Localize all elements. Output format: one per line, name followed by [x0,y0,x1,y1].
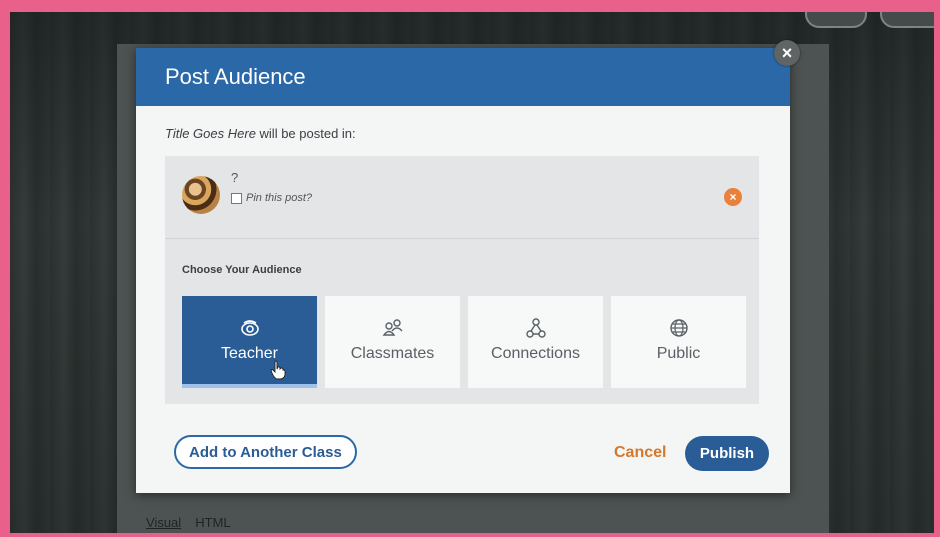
audience-option-label: Classmates [350,345,435,362]
dialog-title: Post Audience [165,64,306,89]
close-icon: × [781,42,793,63]
publish-button[interactable]: Publish [685,436,769,471]
people-icon [382,319,403,336]
post-title: Title Goes Here [165,126,256,141]
visual-tab[interactable]: Visual [146,515,181,530]
choose-audience-heading: Choose Your Audience [182,264,302,276]
close-dialog-button[interactable]: × [774,40,800,66]
remove-class-icon[interactable]: × [724,188,742,206]
audience-box: ? Pin this post? × Choose Your Audience … [165,156,759,404]
dialog-header: Post Audience [136,48,790,106]
background-toolbar-pill [880,12,934,28]
background-editor-tabs: Visual HTML [146,515,231,530]
class-name: ? [231,170,239,185]
audience-option-connections[interactable]: Connections [468,296,603,388]
audience-option-label: Connections [491,345,580,362]
hand-cursor-icon [270,360,286,380]
avatar [182,176,220,214]
audience-option-label: Public [656,345,701,362]
audience-option-teacher[interactable]: Teacher [182,296,317,388]
audience-option-public[interactable]: Public [611,296,746,388]
cancel-button[interactable]: Cancel [614,444,666,462]
class-row: ? Pin this post? × [165,156,759,239]
eye-icon [240,320,259,336]
audience-option-classmates[interactable]: Classmates [325,296,460,388]
html-tab[interactable]: HTML [195,515,230,530]
intro-text: Title Goes Here will be posted in: [165,126,356,141]
add-to-another-class-button[interactable]: Add to Another Class [174,435,357,469]
pin-post-label: Pin this post? [246,192,313,204]
globe-icon [669,319,688,337]
background-toolbar-pill [805,12,867,28]
audience-options: Teacher Classmates Connections Public [182,296,746,388]
pin-post-checkbox[interactable] [231,192,242,204]
intro-suffix: will be posted in: [255,126,356,141]
post-audience-dialog: Post Audience Title Goes Here will be po… [136,48,790,493]
network-icon [525,318,546,338]
pin-post-row: Pin this post? [231,192,312,204]
